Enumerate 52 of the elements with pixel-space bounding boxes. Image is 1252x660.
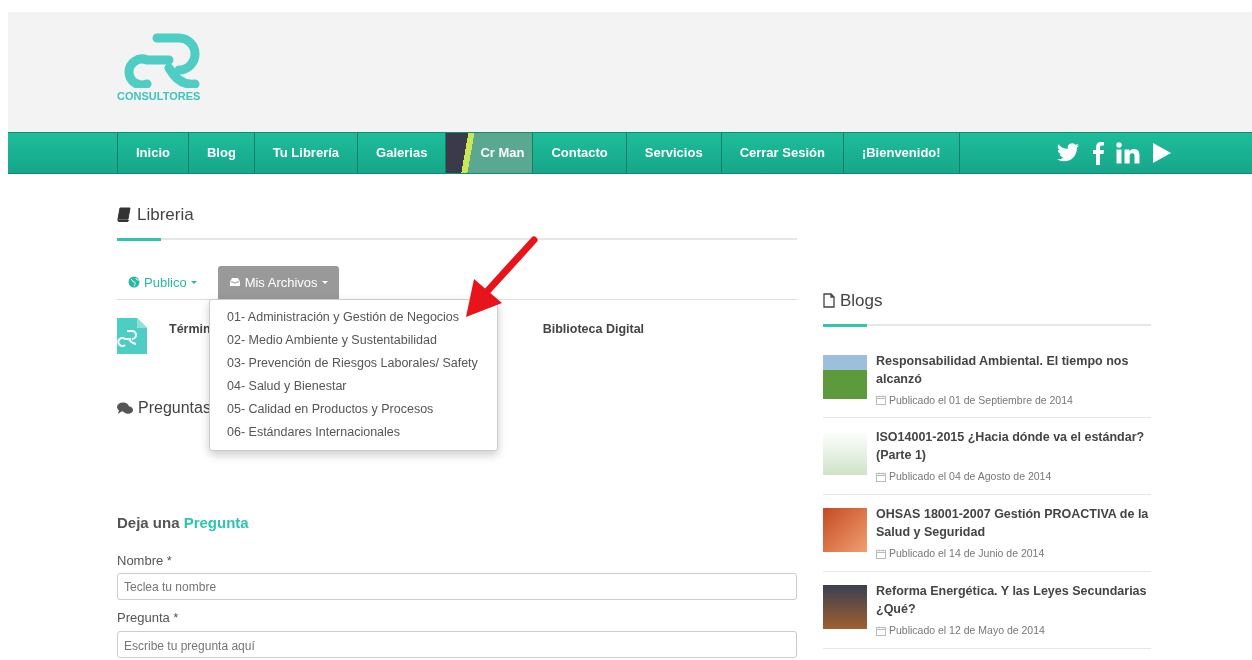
globe-icon	[128, 276, 140, 289]
menu-item[interactable]: 03- Prevención de Riesgos Laborales/ Safety	[210, 352, 497, 375]
book-icon	[117, 207, 131, 223]
tab[interactable]: Publico	[117, 265, 208, 299]
document-title: Términ	[169, 321, 211, 338]
menu-item[interactable]: 05- Calidad en Productos y Procesos	[210, 398, 497, 421]
calendar-icon	[876, 395, 886, 406]
f-logo-icon	[1091, 141, 1104, 165]
file-icon	[823, 293, 835, 309]
document-icon	[117, 318, 147, 354]
bird-icon	[1055, 143, 1080, 163]
post-date: Publicado el 14 de Junio de 2014	[889, 546, 1045, 561]
field-label: Pregunta *	[117, 609, 180, 627]
post-date: Publicado el 04 de Agosto de 2014	[889, 469, 1052, 485]
photo-placeholder	[823, 354, 867, 399]
field-label: Nombre *	[117, 551, 173, 570]
menu-item[interactable]: 04- Salud y Bienestar	[210, 375, 497, 398]
section-title: Blogs	[840, 290, 883, 312]
nav-link[interactable]: Blog	[188, 133, 255, 173]
nav-link[interactable]: Tu Librería	[254, 133, 359, 173]
calendar-icon	[876, 548, 886, 559]
post-date: Publicado el 01 de Septiembre de 2014	[889, 392, 1073, 408]
post-title[interactable]: Reforma Energética. Y las Leyes Secundarias ¿Qué?	[876, 581, 1151, 618]
post-title[interactable]: OHSAS 18001-2007 Gestión PROACTIVA de la Salud y Seguridad	[876, 505, 1151, 541]
section-title: Libreria	[137, 204, 194, 226]
photo-placeholder	[823, 508, 867, 552]
photo-placeholder	[823, 584, 867, 629]
post-title[interactable]: ISO14001-2015 ¿Hacia dónde va el estándar? (Parte 1)	[876, 428, 1151, 465]
form-title: Deja una Pregunta	[117, 513, 250, 533]
menu-item[interactable]: 06- Estándares Internacionales	[210, 421, 497, 444]
calendar-icon	[876, 472, 886, 483]
nav-link[interactable]: Contacto	[533, 133, 627, 173]
section-title: Preguntas	[138, 398, 211, 418]
post-title[interactable]: Responsabilidad Ambiental. El tiempo nos alcanzó	[876, 351, 1151, 388]
menu-item[interactable]: 02- Medio Ambiente y Sustentabilidad	[210, 329, 497, 352]
nav-link[interactable]: ¡Bienvenido!	[843, 133, 960, 173]
comments-icon	[117, 401, 133, 415]
nav-link[interactable]: Cerrar Sesión	[721, 133, 844, 173]
play-icon	[1151, 142, 1172, 164]
inbox-icon	[228, 276, 241, 289]
nav-link[interactable]: Servicios	[626, 133, 722, 173]
nav-link[interactable]: Inicio	[118, 133, 189, 173]
text-area[interactable]: Escribe tu pregunta aquí	[117, 630, 797, 658]
photo-placeholder	[823, 431, 867, 476]
logo-text: CONSULTORES	[117, 91, 202, 102]
input-field[interactable]: Teclea tu nombre	[117, 573, 797, 600]
menu-item[interactable]: 01- Administración y Gestión de Negocios	[210, 306, 497, 329]
in-logo-icon	[1115, 142, 1140, 164]
post-date: Publicado el 12 de Mayo de 2014	[889, 622, 1045, 638]
calendar-icon	[876, 625, 886, 636]
tab[interactable]: Mis Archivos	[217, 265, 339, 299]
document-title: Biblioteca Digital	[542, 321, 645, 338]
